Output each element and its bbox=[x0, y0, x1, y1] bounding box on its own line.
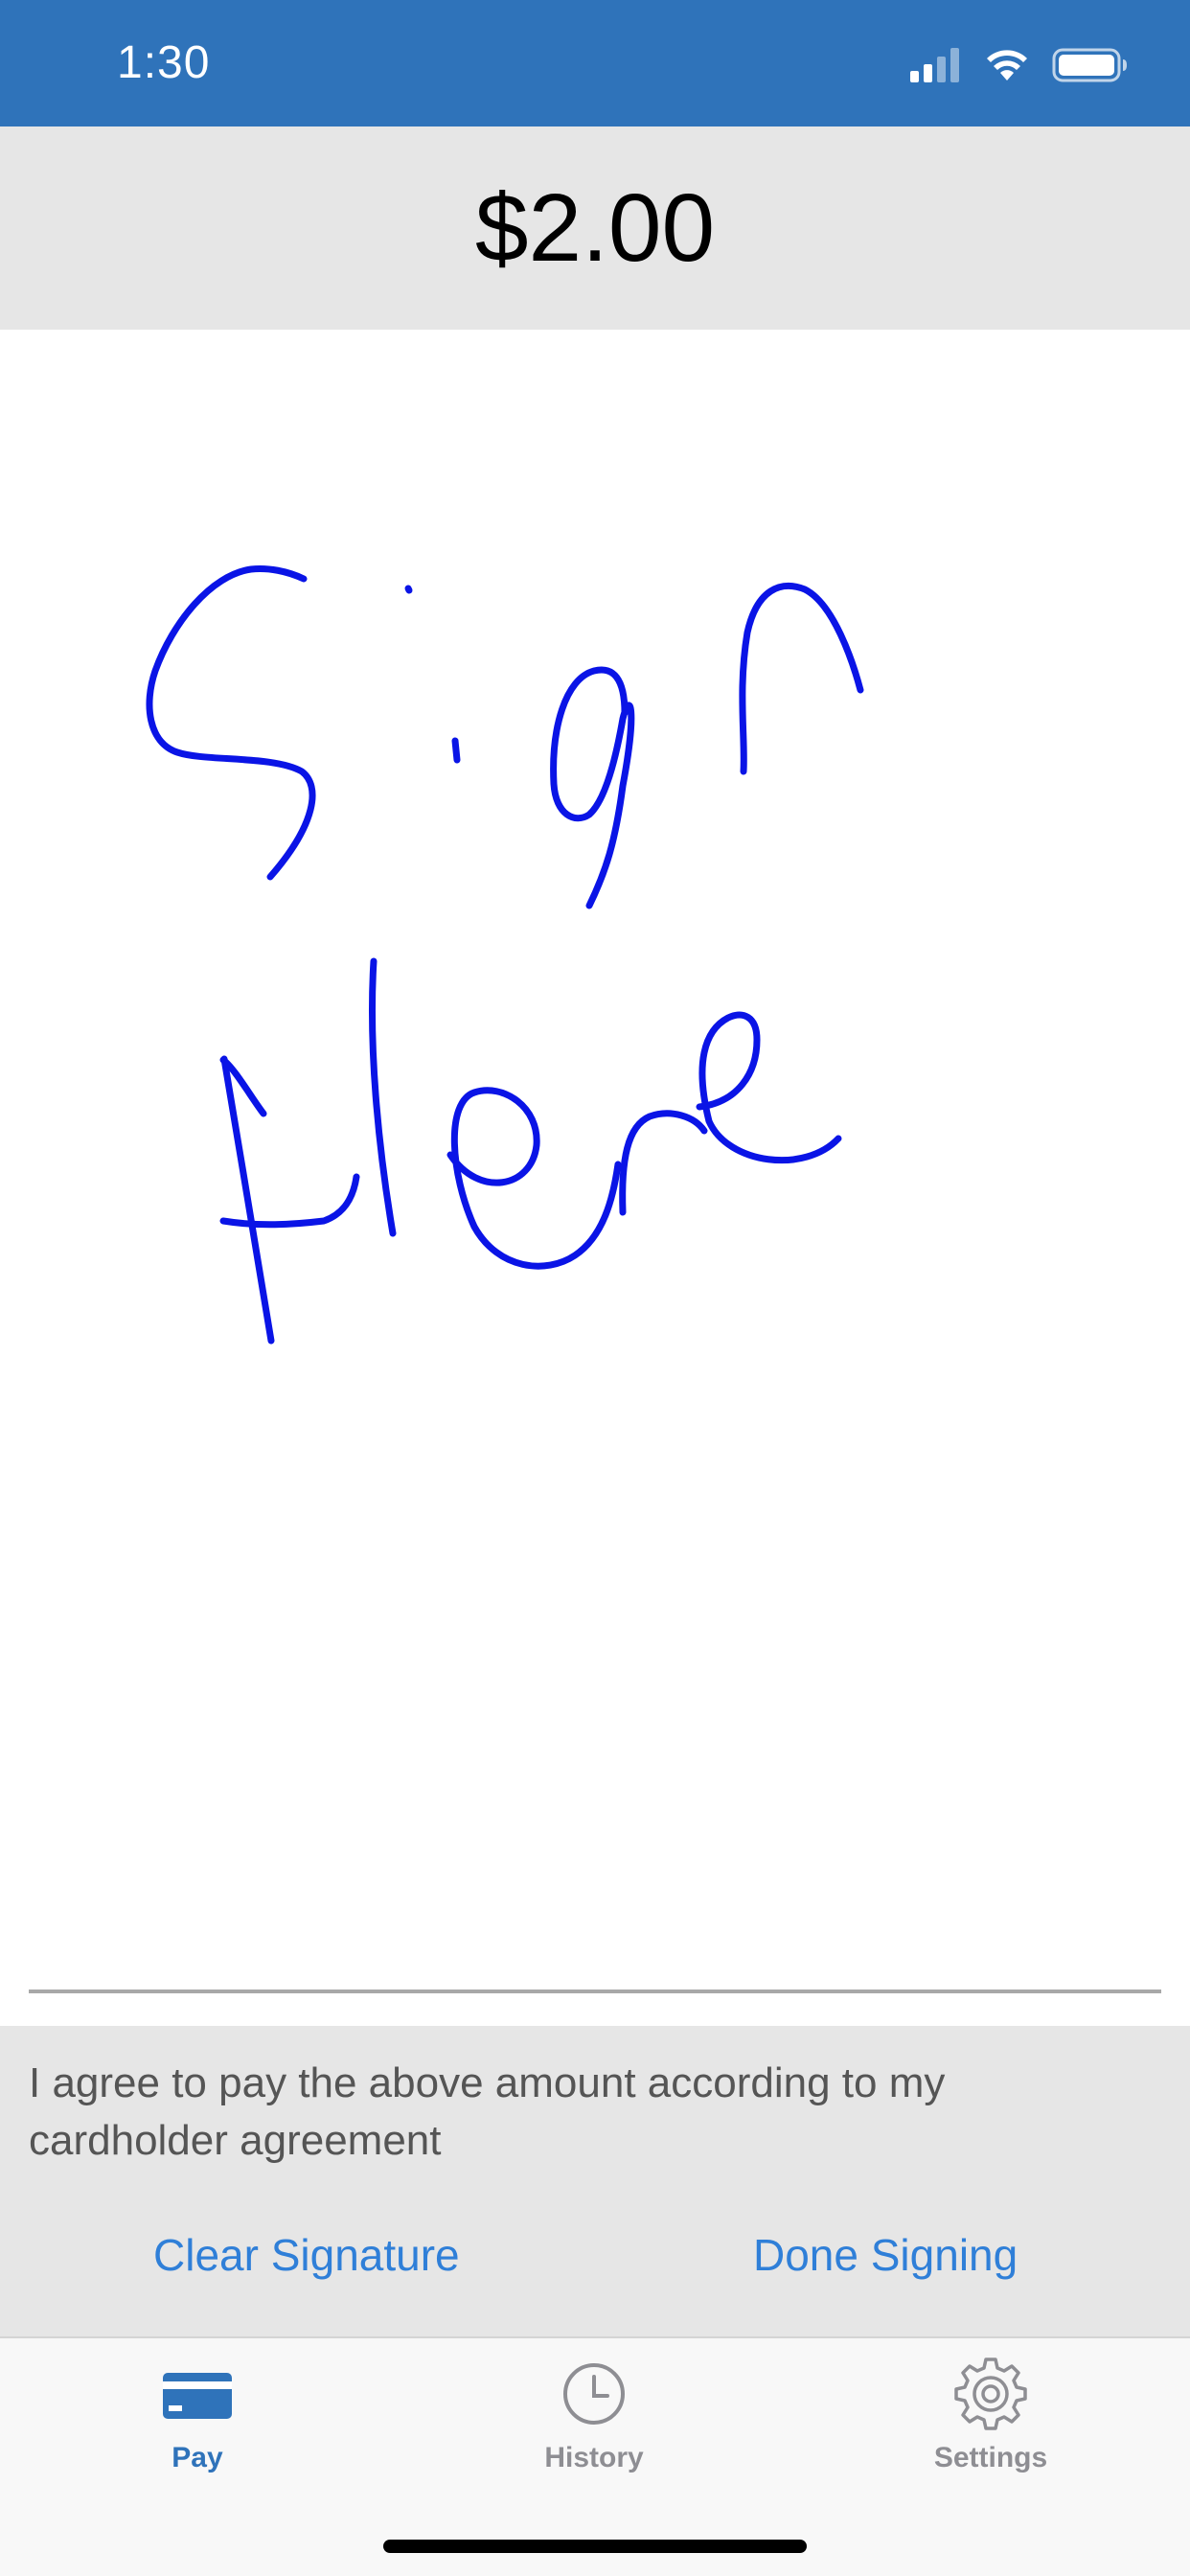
tab-pay-label: Pay bbox=[172, 2442, 223, 2473]
agreement-text: I agree to pay the above amount accordin… bbox=[29, 2059, 946, 2164]
tab-settings-label: Settings bbox=[933, 2442, 1048, 2473]
status-time: 1:30 bbox=[117, 37, 211, 88]
tab-bar: Pay History Settings bbox=[0, 2336, 1190, 2576]
agreement-panel: I agree to pay the above amount accordin… bbox=[0, 2026, 1190, 2336]
signature-line bbox=[29, 1990, 1161, 1993]
amount-header: $2.00 bbox=[0, 126, 1190, 330]
clear-signature-button[interactable]: Clear Signature bbox=[153, 2229, 460, 2281]
credit-card-icon bbox=[163, 2373, 232, 2419]
tab-settings[interactable]: Settings bbox=[847, 2356, 1134, 2490]
tab-pay[interactable]: Pay bbox=[54, 2356, 341, 2490]
status-bar: 1:30 bbox=[0, 0, 1190, 126]
wifi-icon bbox=[987, 50, 1027, 80]
signature-ink bbox=[146, 565, 864, 1345]
status-icons bbox=[910, 42, 1129, 88]
tab-history[interactable]: History bbox=[450, 2356, 738, 2490]
tab-history-label: History bbox=[544, 2442, 644, 2473]
home-indicator[interactable] bbox=[383, 2540, 807, 2553]
payment-amount: $2.00 bbox=[474, 173, 716, 282]
signature-canvas[interactable] bbox=[0, 330, 1190, 1997]
gear-icon bbox=[954, 2358, 1027, 2430]
cellular-signal-icon bbox=[910, 48, 959, 82]
clock-icon bbox=[563, 2363, 625, 2425]
done-signing-button[interactable]: Done Signing bbox=[753, 2229, 1018, 2281]
payment-signature-screen: 1:30 $2.00 I agree to pay the above amou… bbox=[0, 0, 1190, 2576]
battery-icon bbox=[1052, 48, 1127, 82]
